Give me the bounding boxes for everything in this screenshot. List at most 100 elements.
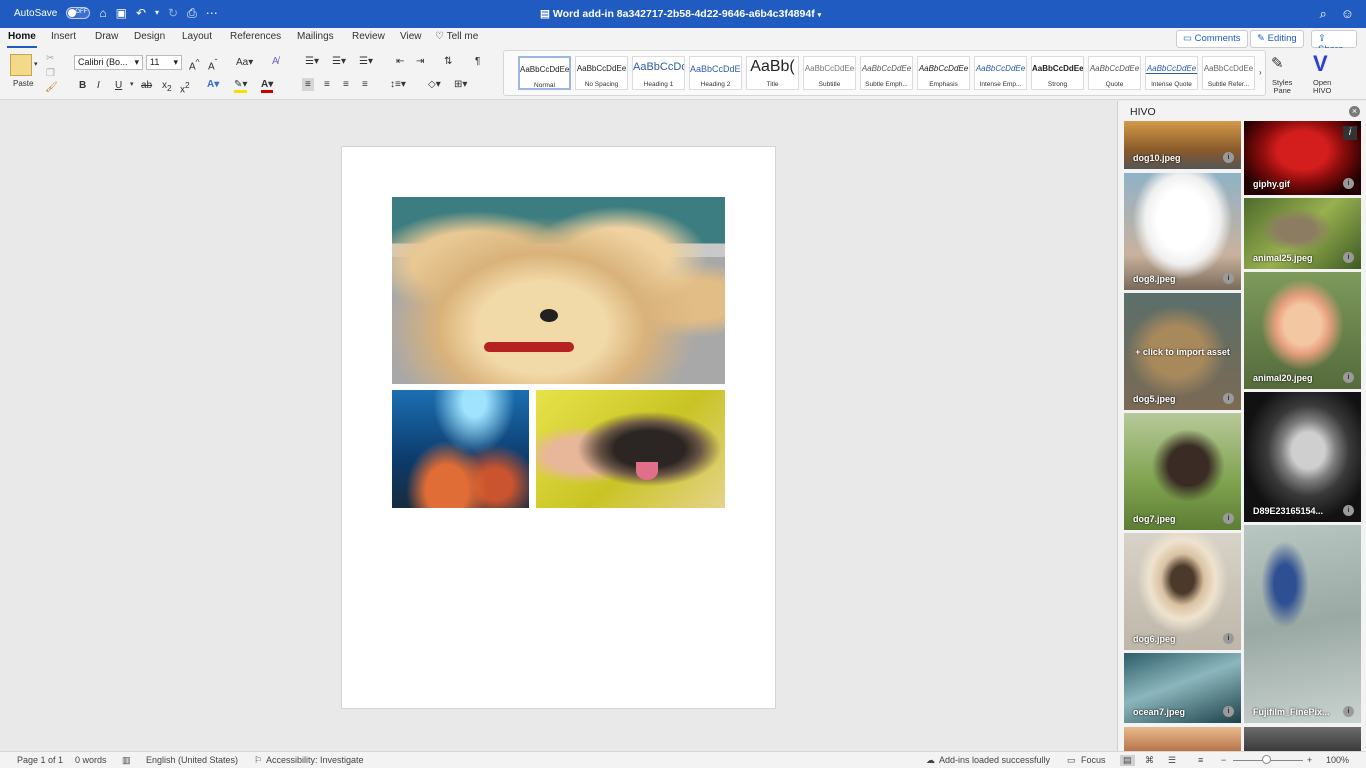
- sort-icon[interactable]: ⇅: [444, 56, 452, 67]
- share-button[interactable]: ⇪ Share: [1311, 30, 1357, 55]
- paste-icon[interactable]: [10, 54, 32, 76]
- tab-layout[interactable]: Layout: [182, 31, 212, 42]
- shrink-font-icon[interactable]: Aˇ: [208, 57, 217, 72]
- info-icon[interactable]: i: [1223, 513, 1234, 524]
- style-heading-2[interactable]: AaBbCcDdEe Heading 2: [689, 56, 742, 90]
- styles-pane-button[interactable]: Styles Pane: [1272, 79, 1292, 95]
- style-subtle-emphasis[interactable]: AaBbCcDdEe Subtle Emph...: [860, 56, 913, 90]
- highlight-icon[interactable]: ✎▾: [234, 79, 248, 93]
- asset-tile[interactable]: animal20.jpeg i: [1244, 272, 1361, 389]
- info-icon[interactable]: i: [1343, 252, 1354, 263]
- underline-icon[interactable]: U: [115, 80, 122, 91]
- increase-indent-icon[interactable]: ⇥: [416, 56, 424, 67]
- style-heading-1[interactable]: AaBbCcDc Heading 1: [632, 56, 685, 90]
- style-intense-quote[interactable]: AaBbCcDdEe Intense Quote: [1145, 56, 1198, 90]
- outline-icon[interactable]: ☰: [1168, 755, 1176, 766]
- justify-icon[interactable]: ≡: [362, 79, 368, 90]
- asset-tile[interactable]: dog10.jpeg i: [1124, 121, 1241, 169]
- document-page[interactable]: [341, 146, 776, 709]
- print-icon[interactable]: ⎙: [187, 7, 197, 19]
- info-icon[interactable]: i: [1343, 372, 1354, 383]
- search-icon[interactable]: ⌕: [1319, 6, 1326, 22]
- hivo-logo-icon[interactable]: V: [1313, 51, 1328, 77]
- info-icon[interactable]: i: [1343, 505, 1354, 516]
- tab-review[interactable]: Review: [352, 31, 385, 42]
- style-intense-emphasis[interactable]: AaBbCcDdEe Intense Emp...: [974, 56, 1027, 90]
- asset-tile[interactable]: dog7.jpeg i: [1124, 413, 1241, 530]
- proofing-icon[interactable]: ▥: [122, 755, 131, 766]
- align-right-icon[interactable]: ≡: [343, 79, 349, 90]
- print-layout-icon[interactable]: ▤: [1120, 755, 1135, 766]
- tab-references[interactable]: References: [230, 31, 281, 42]
- info-icon[interactable]: i: [1223, 706, 1234, 717]
- line-spacing-icon[interactable]: ↕≡▾: [390, 79, 406, 90]
- tab-draw[interactable]: Draw: [95, 31, 118, 42]
- zoom-out-icon[interactable]: −: [1221, 755, 1226, 765]
- strikethrough-icon[interactable]: ab: [141, 80, 152, 91]
- style-subtitle[interactable]: AaBbCcDdEe Subtitle: [803, 56, 856, 90]
- tab-mailings[interactable]: Mailings: [297, 31, 334, 42]
- grow-font-icon[interactable]: A^: [189, 57, 200, 72]
- asset-tile[interactable]: i giphy.gif i: [1244, 121, 1361, 195]
- save-icon[interactable]: ▣: [116, 7, 127, 19]
- bold-icon[interactable]: B: [79, 80, 86, 91]
- title-chevron-icon[interactable]: ▾: [818, 12, 822, 19]
- asset-tile[interactable]: Fujifilm_FinePix... i: [1244, 525, 1361, 723]
- italic-icon[interactable]: I: [97, 80, 100, 91]
- tab-home[interactable]: Home: [7, 31, 37, 48]
- info-icon[interactable]: i: [1223, 152, 1234, 163]
- font-color-icon[interactable]: A▾: [261, 79, 274, 93]
- format-painter-icon[interactable]: 🖌: [45, 82, 58, 93]
- copy-icon[interactable]: ❐: [46, 68, 55, 79]
- word-count[interactable]: 0 words: [75, 755, 107, 765]
- tell-me[interactable]: ♡ Tell me: [435, 31, 478, 42]
- paragraph-marks-icon[interactable]: ¶: [475, 56, 480, 67]
- more-icon[interactable]: ⋯: [206, 7, 218, 19]
- focus-button[interactable]: Focus: [1081, 755, 1106, 765]
- account-icon[interactable]: ☺: [1341, 6, 1354, 22]
- zoom-slider-thumb[interactable]: [1262, 755, 1271, 764]
- font-size-select[interactable]: 11 ▾: [146, 55, 182, 70]
- redo-icon[interactable]: ↻: [168, 7, 178, 19]
- accessibility-status[interactable]: Accessibility: Investigate: [266, 755, 364, 765]
- document-workspace[interactable]: [0, 101, 1117, 751]
- style-title[interactable]: AaBb(Title: [746, 56, 799, 90]
- tab-insert[interactable]: Insert: [51, 31, 76, 42]
- numbering-icon[interactable]: ☰▾: [332, 56, 346, 67]
- text-effects-icon[interactable]: A▾: [207, 79, 219, 90]
- styles-more-icon[interactable]: ›: [1259, 68, 1262, 77]
- info-icon[interactable]: i: [1343, 178, 1354, 189]
- close-icon[interactable]: ×: [1349, 106, 1360, 117]
- asset-tile[interactable]: [1124, 727, 1241, 751]
- gif-info-icon[interactable]: i: [1343, 126, 1357, 140]
- style-normal[interactable]: AaBbCcDdEe Normal: [518, 56, 571, 90]
- decrease-indent-icon[interactable]: ⇤: [396, 56, 404, 67]
- align-center-icon[interactable]: ≡: [324, 79, 330, 90]
- asset-tile[interactable]: dog8.jpeg i: [1124, 173, 1241, 290]
- font-name-select[interactable]: Calibri (Bo... ▾: [74, 55, 143, 70]
- undo-icon[interactable]: ↶: [136, 7, 146, 19]
- info-icon[interactable]: i: [1223, 393, 1234, 404]
- borders-icon[interactable]: ⊞▾: [454, 79, 467, 90]
- import-asset-hint[interactable]: + click to import asset: [1124, 347, 1241, 357]
- shading-icon[interactable]: ◇▾: [428, 79, 441, 90]
- comments-button[interactable]: ▭ Comments: [1176, 30, 1248, 48]
- info-icon[interactable]: i: [1223, 273, 1234, 284]
- style-strong[interactable]: AaBbCcDdEe Strong: [1031, 56, 1084, 90]
- happy-dog-image[interactable]: [536, 390, 725, 508]
- style-emphasis[interactable]: AaBbCcDdEe Emphasis: [917, 56, 970, 90]
- paste-dropdown-icon[interactable]: ▾: [34, 60, 38, 68]
- web-layout-icon[interactable]: ⌘: [1145, 755, 1154, 766]
- underline-dropdown-icon[interactable]: ▾: [130, 80, 134, 88]
- page-count[interactable]: Page 1 of 1: [17, 755, 63, 765]
- style-quote[interactable]: AaBbCcDdEe Quote: [1088, 56, 1141, 90]
- zoom-in-icon[interactable]: +: [1307, 755, 1312, 765]
- align-left-icon[interactable]: ≡: [302, 78, 314, 91]
- undo-dropdown-icon[interactable]: ▾: [155, 7, 159, 19]
- multilevel-list-icon[interactable]: ☰▾: [359, 56, 373, 67]
- cut-icon[interactable]: ✂: [46, 53, 54, 64]
- superscript-icon[interactable]: x2: [180, 80, 190, 95]
- editing-button[interactable]: ✎ Editing: [1250, 30, 1304, 48]
- coral-reef-image[interactable]: [392, 390, 529, 508]
- puppies-image[interactable]: [392, 197, 725, 384]
